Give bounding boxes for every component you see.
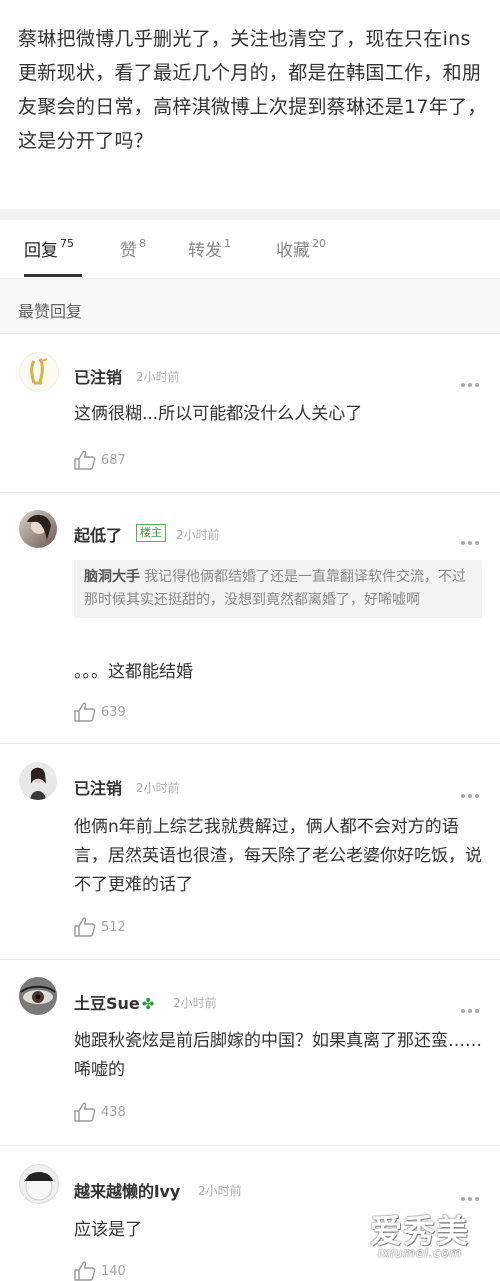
comment-time: 2小时前 — [136, 370, 180, 384]
tab-replies[interactable]: 回复 75 — [24, 236, 74, 261]
tab-reposts-label: 转发 — [188, 241, 222, 261]
username[interactable]: 已注销 — [74, 775, 122, 799]
op-badge: 楼主 — [136, 524, 166, 542]
site-watermark: 爱秀美 ixiumei.com — [370, 1206, 495, 1266]
tab-likes-count: 8 — [139, 237, 146, 250]
section-header: 最赞回复 — [0, 279, 500, 334]
comment-text: 这俩很糊...所以可能都没什么人关心了 — [74, 404, 363, 424]
more-options-icon[interactable] — [461, 998, 483, 1013]
avatar[interactable] — [19, 977, 57, 1015]
comment-item: 已注销 2小时前 他俩n年前上综艺我就费解过，俩人都不会对方的语言，居然英语也很… — [0, 743, 500, 960]
more-options-icon[interactable] — [461, 372, 483, 387]
comment-time: 2小时前 — [136, 781, 180, 795]
section-separator — [0, 209, 500, 220]
tab-likes-label: 赞 — [120, 241, 137, 261]
thumbs-up-icon — [74, 450, 96, 470]
avatar[interactable] — [19, 1164, 59, 1204]
comment-text: 她跟秋瓷炫是前后脚嫁的中国？如果真离了那还蛮……唏嘘的 — [74, 1031, 482, 1080]
more-options-icon[interactable] — [461, 1186, 483, 1201]
quote-text: 我记得他俩都结婚了还是一直靠翻译软件交流，不过那时候其实还挺甜的，没想到竟然都离… — [84, 569, 466, 608]
like-count: 140 — [101, 1264, 126, 1279]
like-count: 512 — [101, 920, 126, 935]
thumbs-up-icon — [74, 702, 96, 722]
avatar[interactable] — [19, 510, 57, 548]
comment-time: 2小时前 — [198, 1184, 242, 1198]
section-title: 最赞回复 — [18, 302, 83, 321]
thumbs-up-icon — [74, 1102, 96, 1122]
active-tab-indicator — [24, 274, 82, 277]
tab-bar: 回复 75 赞8 转发 1 收藏 20 — [0, 222, 500, 279]
comment-time: 2小时前 — [176, 528, 220, 542]
avatar[interactable] — [19, 762, 57, 800]
tab-favorites[interactable]: 收藏 20 — [276, 236, 326, 261]
quoted-reply[interactable]: 脑洞大手 我记得他俩都结婚了还是一直靠翻译软件交流，不过那时候其实还挺甜的，没想到… — [74, 560, 482, 618]
clover-icon: ✤ — [141, 995, 155, 1013]
comment-item: 起低了 楼主 2小时前 脑洞大手 我记得他俩都结婚了还是一直靠翻译软件交流，不过那… — [0, 492, 500, 744]
post-text: 蔡琳把微博几乎删光了，关注也清空了，现在只在ins更新现状，看了最近几个月的，都… — [18, 28, 487, 152]
more-options-icon[interactable] — [461, 783, 483, 798]
tab-favorites-count: 20 — [312, 237, 326, 250]
tab-favorites-label: 收藏 — [276, 241, 310, 261]
username[interactable]: 土豆Sue ✤ — [74, 990, 154, 1014]
like-count: 639 — [101, 705, 126, 720]
comment-text: 他俩n年前上综艺我就费解过，俩人都不会对方的语言，居然英语也很渣，每天除了老公老… — [74, 817, 482, 895]
username[interactable]: 起低了 — [74, 522, 122, 546]
more-options-icon[interactable] — [461, 530, 483, 545]
comment-item: 土豆Sue ✤ 2小时前 她跟秋瓷炫是前后脚嫁的中国？如果真离了那还蛮……唏嘘的 … — [0, 959, 500, 1146]
quote-author: 脑洞大手 — [84, 569, 140, 585]
tab-replies-count: 75 — [60, 237, 74, 250]
username-text: 土豆Sue — [74, 994, 140, 1013]
like-count: 687 — [101, 453, 126, 468]
comment-text: 。。。这都能结婚 — [74, 662, 193, 682]
comment-item: 已注销 2小时前 这俩很糊...所以可能都没什么人关心了 687 — [0, 334, 500, 493]
tab-likes[interactable]: 赞8 — [120, 236, 146, 261]
watermark-url: ixiumei.com — [378, 1246, 463, 1260]
like-count: 438 — [101, 1105, 126, 1120]
thumbs-up-icon — [74, 1261, 96, 1281]
tab-reposts-count: 1 — [224, 237, 231, 250]
thumbs-up-icon — [74, 917, 96, 937]
username[interactable]: 已注销 — [74, 364, 122, 388]
tab-reposts[interactable]: 转发 1 — [188, 236, 231, 261]
username[interactable]: 越来越懒的lvy — [74, 1178, 180, 1202]
comment-time: 2小时前 — [173, 996, 217, 1010]
tab-replies-label: 回复 — [24, 241, 58, 261]
avatar[interactable] — [19, 352, 59, 392]
